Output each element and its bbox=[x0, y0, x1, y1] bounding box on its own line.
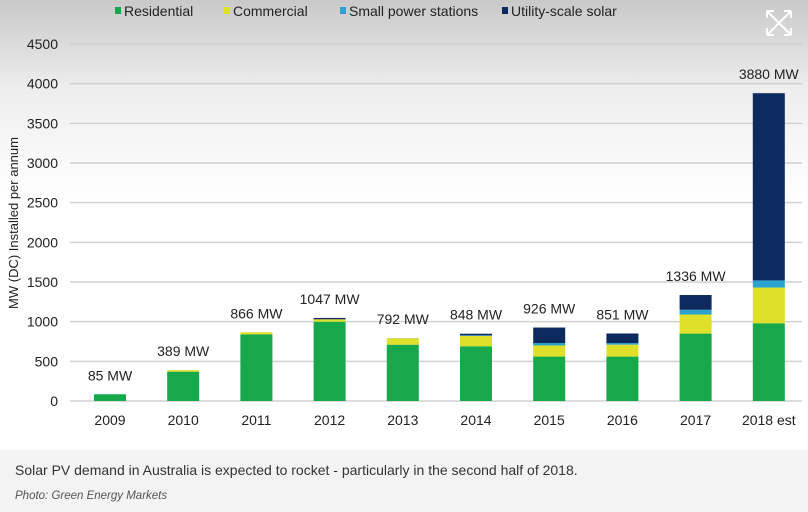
bar-segment-utility-scale-solar bbox=[679, 295, 712, 310]
bar-segment-residential bbox=[606, 356, 639, 401]
legend-swatch bbox=[115, 7, 121, 14]
caption-text: Solar PV demand in Australia is expected… bbox=[15, 462, 578, 478]
x-tick-label: 2018 est bbox=[742, 412, 796, 428]
bar-segment-commercial bbox=[533, 345, 566, 357]
legend-label: Small power stations bbox=[349, 3, 478, 19]
bar-segment-commercial bbox=[167, 370, 200, 372]
bar-segment-utility-scale-solar bbox=[606, 333, 639, 344]
legend-swatch bbox=[224, 7, 230, 14]
y-tick-label: 2000 bbox=[27, 234, 58, 250]
y-axis-label: MW (DC) Installed per annum bbox=[6, 137, 21, 309]
legend-label: Residential bbox=[124, 3, 193, 19]
bar-segment-utility-scale-solar bbox=[533, 327, 566, 344]
x-tick-label: 2009 bbox=[94, 412, 125, 428]
bar-segment-residential bbox=[240, 334, 273, 401]
bar-segment-small-power-stations bbox=[606, 343, 639, 345]
bar-segment-residential bbox=[679, 333, 712, 401]
total-label: 866 MW bbox=[230, 305, 283, 321]
y-tick-label: 4500 bbox=[27, 36, 58, 52]
bar-segment-commercial bbox=[386, 338, 419, 345]
bar-segment-utility-scale-solar bbox=[752, 93, 785, 281]
x-tick-label: 2013 bbox=[387, 412, 418, 428]
total-label: 851 MW bbox=[596, 306, 649, 322]
bar-segment-residential bbox=[167, 371, 200, 401]
y-tick-label: 3000 bbox=[27, 155, 58, 171]
bar-segment-small-power-stations bbox=[460, 335, 492, 336]
bar-segment-utility-scale-solar bbox=[460, 333, 492, 336]
bar-segment-small-power-stations bbox=[679, 309, 712, 315]
y-tick-label: 4000 bbox=[27, 76, 58, 92]
legend-swatch bbox=[502, 7, 508, 14]
bar-segment-small-power-stations bbox=[533, 343, 566, 346]
bar-segment-residential bbox=[460, 346, 492, 401]
y-tick-label: 1500 bbox=[27, 274, 58, 290]
x-tick-label: 2014 bbox=[460, 412, 491, 428]
total-label: 926 MW bbox=[523, 301, 576, 317]
x-tick-label: 2012 bbox=[314, 412, 345, 428]
total-label: 389 MW bbox=[157, 343, 210, 359]
total-label: 3880 MW bbox=[739, 66, 800, 82]
total-label: 1047 MW bbox=[300, 291, 361, 307]
chart: 0 500 1000 1500 2000 2500 3000 3500 4000 4500 MW (… bbox=[0, 0, 808, 450]
bar-segment-commercial bbox=[606, 344, 639, 357]
x-tick-label: 2011 bbox=[241, 412, 271, 428]
total-label: 85 MW bbox=[88, 367, 133, 383]
bar-segment-residential bbox=[313, 321, 346, 401]
legend-label: Utility-scale solar bbox=[511, 3, 617, 19]
bar-segment-residential bbox=[94, 394, 126, 401]
bar-segment-residential bbox=[533, 356, 566, 401]
y-tick-label: 1000 bbox=[27, 314, 58, 330]
y-tick-label: 0 bbox=[50, 393, 58, 409]
bar-segment-residential bbox=[752, 323, 785, 401]
bar-segment-commercial bbox=[240, 332, 273, 335]
bar-segment-commercial bbox=[313, 319, 346, 322]
x-tick-label: 2010 bbox=[168, 412, 199, 428]
chart-svg: 0 500 1000 1500 2000 2500 3000 3500 4000 4500 MW (… bbox=[6, 3, 802, 428]
x-tick-label: 2016 bbox=[607, 412, 638, 428]
legend-swatch bbox=[340, 7, 346, 14]
total-label: 848 MW bbox=[450, 307, 503, 323]
bar-segment-residential bbox=[386, 344, 419, 401]
caption-area: Solar PV demand in Australia is expected… bbox=[0, 450, 808, 512]
y-tick-label: 500 bbox=[35, 353, 59, 369]
bar-segment-commercial bbox=[679, 314, 712, 334]
photo-credit: Photo: Green Energy Markets bbox=[15, 490, 168, 502]
bar-segment-utility-scale-solar bbox=[313, 317, 346, 320]
y-tick-label: 2500 bbox=[27, 195, 58, 211]
bar-segment-small-power-stations bbox=[752, 280, 785, 288]
bar-segment-commercial bbox=[752, 287, 785, 324]
bar-segment-commercial bbox=[460, 335, 492, 347]
total-label: 1336 MW bbox=[666, 268, 727, 284]
expand-icon[interactable] bbox=[764, 8, 794, 38]
x-tick-label: 2017 bbox=[680, 412, 711, 428]
y-tick-label: 3500 bbox=[27, 115, 58, 131]
x-tick-label: 2015 bbox=[534, 412, 565, 428]
total-label: 792 MW bbox=[377, 311, 430, 327]
legend-label: Commercial bbox=[233, 3, 308, 19]
